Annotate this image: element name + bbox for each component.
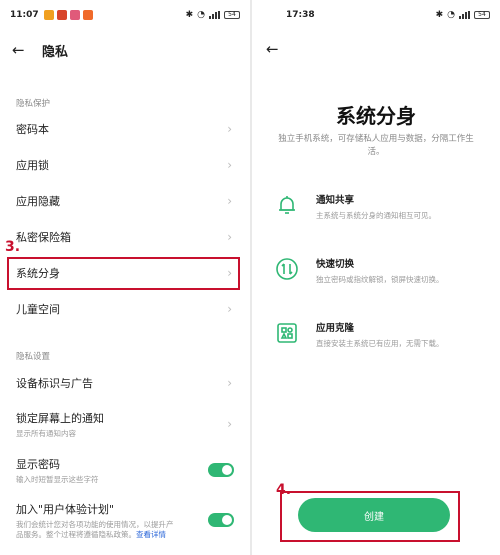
- notification-icons: [43, 10, 93, 20]
- bluetooth-icon: ✱: [185, 10, 194, 20]
- section-label-privacy-settings: 隐私设置: [16, 352, 51, 362]
- view-details-link[interactable]: 查看详情: [136, 530, 166, 539]
- menu-item-label: 锁定屏幕上的通知: [16, 411, 104, 425]
- menu-item-label: 密码本: [16, 123, 49, 136]
- battery-icon: 54: [224, 11, 240, 19]
- app-notification-icon: [56, 10, 67, 20]
- signal-icon: [459, 11, 470, 19]
- feature-description: 直接安装主系统已有应用，无需下载。: [316, 339, 444, 348]
- menu-item-label: 应用锁: [16, 159, 49, 172]
- menu-item-subtitle: 输入时短暂显示这些字符: [16, 474, 99, 484]
- feature-title: 通知共享: [316, 195, 355, 206]
- feature-notification-sharing: 通知共享 主系统与系统分身的通知相互可见。: [274, 192, 484, 232]
- signal-icon: [209, 11, 220, 19]
- annotation-step-label: 3.: [5, 239, 21, 255]
- user-experience-toggle[interactable]: [208, 513, 234, 527]
- bluetooth-icon: ✱: [435, 10, 444, 20]
- left-phone-screen: 11:07 ✱ ◔ 54 ← 隐私 隐私保护 密码本 › 应用锁 › 应用隐藏 …: [0, 0, 250, 555]
- chevron-right-icon: ›: [227, 158, 232, 172]
- switch-icon: [274, 256, 300, 282]
- chevron-right-icon: ›: [227, 302, 232, 316]
- chevron-right-icon: ›: [227, 230, 232, 244]
- annotation-step-label: 4.: [276, 482, 292, 498]
- show-password-toggle[interactable]: [208, 463, 234, 477]
- menu-item-subtitle: 显示所有通知内容: [16, 428, 76, 438]
- menu-item-label: 儿童空间: [16, 303, 60, 316]
- page-title: 系统分身: [336, 104, 416, 128]
- menu-item-app-hide[interactable]: 应用隐藏 ›: [10, 184, 240, 218]
- feature-app-clone: 应用克隆 直接安装主系统已有应用，无需下载。: [274, 320, 484, 360]
- app-notification-icon: [69, 10, 80, 20]
- menu-item-label: 显示密码: [16, 457, 60, 471]
- menu-item-label: 应用隐藏: [16, 195, 60, 208]
- menu-item-subtitle: 我们会统计您对各项功能的使用情况，以提升产 品服务。整个过程将遵循隐私政策。查看…: [16, 520, 206, 539]
- battery-icon: 54: [474, 11, 490, 19]
- menu-item-app-lock[interactable]: 应用锁 ›: [10, 148, 240, 182]
- feature-title: 快速切换: [316, 259, 355, 270]
- feature-description: 主系统与系统分身的通知相互可见。: [316, 211, 436, 220]
- bell-icon: [274, 192, 300, 218]
- status-bar: 11:07 ✱ ◔ 54: [0, 0, 250, 30]
- menu-item-lockscreen-notifications[interactable]: 锁定屏幕上的通知 显示所有通知内容 ›: [10, 404, 240, 444]
- app-notification-icon: [43, 10, 54, 20]
- wifi-icon: ◔: [447, 10, 455, 20]
- back-arrow-icon[interactable]: ←: [266, 40, 279, 58]
- system-status-icons: ✱ ◔ 54: [186, 10, 240, 20]
- menu-item-device-id-ads[interactable]: 设备标识与广告 ›: [10, 366, 240, 400]
- chevron-right-icon: ›: [227, 417, 232, 431]
- status-bar: 17:38 ✱ ◔ 54: [252, 0, 500, 30]
- menu-item-label: 设备标识与广告: [16, 377, 93, 390]
- menu-item-private-safe[interactable]: 私密保险箱 ›: [10, 220, 240, 254]
- feature-description: 独立密码或指纹解锁，锁屏快速切换。: [316, 275, 444, 284]
- page-header: ← 隐私: [0, 32, 250, 68]
- menu-item-user-experience[interactable]: 加入"用户体验计划" 我们会统计您对各项功能的使用情况，以提升产 品服务。整个过…: [10, 496, 240, 544]
- right-phone-screen: 17:38 ✱ ◔ 54 ← 系统分身 独立手机系统，可存储私人应用与数据，分隔…: [252, 0, 500, 555]
- annotation-highlight-box: [280, 491, 460, 542]
- feature-quick-switch: 快速切换 独立密码或指纹解锁，锁屏快速切换。: [274, 256, 484, 296]
- chevron-right-icon: ›: [227, 376, 232, 390]
- menu-item-show-password[interactable]: 显示密码 输入时短暂显示这些字符: [10, 450, 240, 490]
- annotation-highlight-box: [7, 257, 240, 290]
- status-time: 11:07: [10, 10, 39, 20]
- page-description: 独立手机系统，可存储私人应用与数据，分隔工作生活。: [278, 134, 474, 157]
- system-status-icons: ✱ ◔ 54: [436, 10, 490, 20]
- wifi-icon: ◔: [197, 10, 205, 20]
- menu-item-password-book[interactable]: 密码本 ›: [10, 112, 240, 146]
- back-arrow-icon[interactable]: ←: [12, 41, 34, 59]
- chevron-right-icon: ›: [227, 194, 232, 208]
- subtitle-line-1: 我们会统计您对各项功能的使用情况，以提升产: [16, 520, 174, 530]
- menu-item-label: 私密保险箱: [16, 231, 71, 244]
- subtitle-line-2: 品服务。整个过程将遵循隐私政策。: [16, 529, 136, 539]
- app-clone-icon: [274, 320, 300, 346]
- app-notification-icon: [82, 10, 93, 20]
- chevron-right-icon: ›: [227, 122, 232, 136]
- status-time: 17:38: [286, 10, 315, 20]
- page-title: 隐私: [42, 44, 69, 60]
- menu-item-label: 加入"用户体验计划": [16, 503, 115, 517]
- menu-item-kids-space[interactable]: 儿童空间 ›: [10, 292, 240, 326]
- section-label-privacy-protection: 隐私保护: [16, 99, 51, 109]
- feature-title: 应用克隆: [316, 323, 355, 334]
